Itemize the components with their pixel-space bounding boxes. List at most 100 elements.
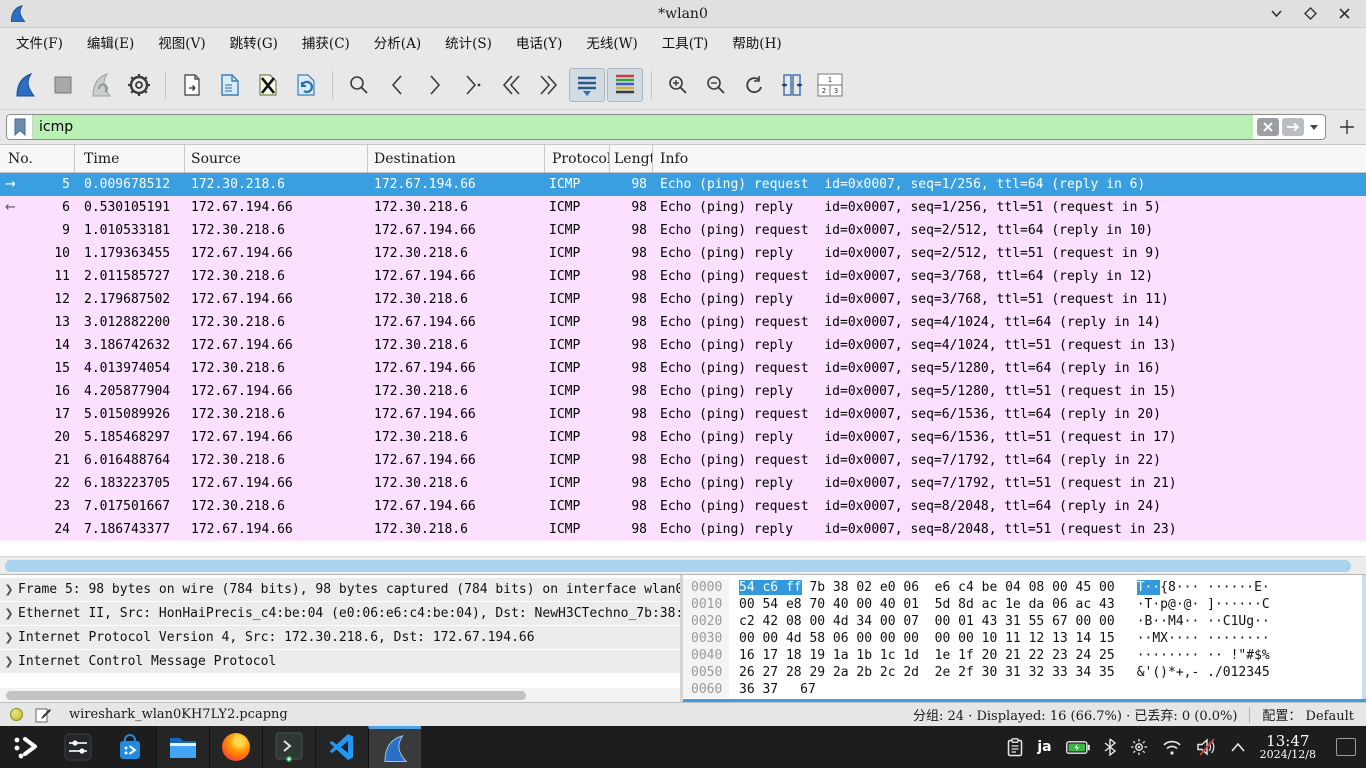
- display-filter-widget[interactable]: [6, 114, 1326, 140]
- packet-row[interactable]: 12 2.179687502 172.67.194.66 172.30.218.…: [0, 288, 1366, 311]
- taskbar-app-menu-button[interactable]: [0, 726, 52, 768]
- hex-row[interactable]: 0010 00 54 e8 70 40 00 40 01 5d 8d ac 1e…: [683, 596, 1366, 613]
- filter-apply-button[interactable]: [1282, 118, 1304, 136]
- taskbar-clock[interactable]: 13:47 2024/12/8: [1260, 733, 1316, 762]
- detail-tree-row[interactable]: ❯Internet Protocol Version 4, Src: 172.3…: [0, 626, 680, 649]
- find-packet-button[interactable]: [341, 68, 377, 102]
- detail-tree-row[interactable]: ❯Frame 5: 98 bytes on wire (784 bits), 9…: [0, 578, 680, 601]
- auto-scroll-button[interactable]: [569, 68, 605, 102]
- expert-info-icon[interactable]: [10, 708, 23, 721]
- taskbar-terminal-button[interactable]: [262, 726, 315, 768]
- packet-row[interactable]: 15 4.013974054 172.30.218.6 172.67.194.6…: [0, 357, 1366, 380]
- expander-chevron-icon[interactable]: ❯: [0, 607, 18, 620]
- hex-row[interactable]: 0000 54 c6 ff 7b 38 02 e0 06 e6 c4 be 04…: [683, 579, 1366, 596]
- go-first-button[interactable]: [493, 68, 529, 102]
- profile-selector[interactable]: 配置： Default: [1262, 705, 1354, 724]
- menu-item[interactable]: 跳转(G): [218, 28, 290, 60]
- detail-tree-row[interactable]: ❯Internet Control Message Protocol: [0, 650, 680, 673]
- packet-row[interactable]: 22 6.183223705 172.67.194.66 172.30.218.…: [0, 472, 1366, 495]
- filter-clear-button[interactable]: [1257, 118, 1279, 136]
- display-filter-input[interactable]: [33, 115, 1253, 139]
- menu-item[interactable]: 编辑(E): [75, 28, 146, 60]
- taskbar-settings-button[interactable]: [52, 726, 104, 768]
- input-method-indicator[interactable]: ja: [1037, 739, 1051, 755]
- taskbar-wireshark-button[interactable]: [368, 726, 421, 768]
- expander-chevron-icon[interactable]: ❯: [0, 583, 18, 596]
- wifi-icon[interactable]: [1162, 739, 1182, 755]
- titlebar[interactable]: *wlan0: [0, 0, 1366, 28]
- hex-row[interactable]: 0030 00 00 4d 58 06 00 00 00 00 00 10 11…: [683, 630, 1366, 647]
- column-header-source[interactable]: Source: [185, 145, 368, 172]
- layout-columns-button[interactable]: 123: [812, 68, 848, 102]
- stop-capture-button[interactable]: [45, 68, 81, 102]
- taskbar-firefox-button[interactable]: [209, 726, 262, 768]
- restart-capture-button[interactable]: [83, 68, 119, 102]
- resize-columns-button[interactable]: [774, 68, 810, 102]
- maximize-button[interactable]: [1302, 6, 1318, 22]
- menu-item[interactable]: 无线(W): [574, 28, 649, 60]
- hex-row[interactable]: 0060 36 37 67: [683, 681, 1366, 698]
- packet-row[interactable]: 23 7.017501667 172.30.218.6 172.67.194.6…: [0, 495, 1366, 518]
- taskbar-software-store-button[interactable]: [104, 726, 156, 768]
- packet-row[interactable]: 20 5.185468297 172.67.194.66 172.30.218.…: [0, 426, 1366, 449]
- packet-row[interactable]: 10 1.179363455 172.67.194.66 172.30.218.…: [0, 242, 1366, 265]
- volume-muted-icon[interactable]: [1196, 738, 1216, 756]
- detail-tree-row[interactable]: ❯Ethernet II, Src: HonHaiPrecis_c4:be:04…: [0, 602, 680, 625]
- packet-row[interactable]: 11 2.011585727 172.30.218.6 172.67.194.6…: [0, 265, 1366, 288]
- scrollbar-thumb[interactable]: [6, 691, 526, 700]
- add-filter-button[interactable]: [1334, 114, 1360, 140]
- menu-item[interactable]: 分析(A): [362, 28, 433, 60]
- chevron-up-icon[interactable]: [1230, 742, 1246, 752]
- column-header-time[interactable]: Time: [75, 145, 185, 172]
- filter-bookmark-button[interactable]: [7, 115, 33, 139]
- packet-row[interactable]: 14 3.186742632 172.67.194.66 172.30.218.…: [0, 334, 1366, 357]
- expander-chevron-icon[interactable]: ❯: [0, 631, 18, 644]
- menu-item[interactable]: 帮助(H): [720, 28, 793, 60]
- packet-list-hscrollbar[interactable]: [0, 556, 1366, 574]
- column-header-protocol[interactable]: Protocol: [545, 145, 610, 172]
- colorize-list-button[interactable]: [607, 68, 643, 102]
- go-back-button[interactable]: [379, 68, 415, 102]
- clipboard-icon[interactable]: [1007, 738, 1023, 757]
- save-file-button[interactable]: [212, 68, 248, 102]
- column-header-no[interactable]: No.: [0, 145, 75, 172]
- scrollbar-thumb[interactable]: [5, 560, 1351, 572]
- capture-options-button[interactable]: [121, 68, 157, 102]
- menu-item[interactable]: 捕获(C): [290, 28, 362, 60]
- go-forward-button[interactable]: [417, 68, 453, 102]
- close-button[interactable]: [1336, 6, 1352, 22]
- packet-row[interactable]: 13 3.012882200 172.30.218.6 172.67.194.6…: [0, 311, 1366, 334]
- packet-row[interactable]: ←6 0.530105191 172.67.194.66 172.30.218.…: [0, 196, 1366, 219]
- open-file-button[interactable]: [174, 68, 210, 102]
- zoom-out-button[interactable]: [698, 68, 734, 102]
- hex-vscrollbar[interactable]: [1362, 575, 1366, 699]
- hex-row[interactable]: 0050 26 27 28 29 2a 2b 2c 2d 2e 2f 30 31…: [683, 664, 1366, 681]
- bluetooth-icon[interactable]: [1104, 738, 1116, 756]
- zoom-reset-button[interactable]: [736, 68, 772, 102]
- menu-item[interactable]: 视图(V): [146, 28, 217, 60]
- zoom-in-button[interactable]: [660, 68, 696, 102]
- brightness-icon[interactable]: [1130, 738, 1148, 756]
- menu-item[interactable]: 文件(F): [4, 28, 75, 60]
- column-header-destination[interactable]: Destination: [368, 145, 545, 172]
- taskbar-vscode-button[interactable]: [315, 726, 368, 768]
- packet-row[interactable]: 16 4.205877904 172.67.194.66 172.30.218.…: [0, 380, 1366, 403]
- capture-comment-icon[interactable]: [35, 707, 51, 723]
- packet-row[interactable]: 17 5.015089926 172.30.218.6 172.67.194.6…: [0, 403, 1366, 426]
- go-last-button[interactable]: [531, 68, 567, 102]
- hex-row[interactable]: 0040 16 17 18 19 1a 1b 1c 1d 1e 1f 20 21…: [683, 647, 1366, 664]
- filter-dropdown-caret[interactable]: [1310, 125, 1318, 130]
- reload-file-button[interactable]: [288, 68, 324, 102]
- menu-item[interactable]: 统计(S): [433, 28, 504, 60]
- menu-item[interactable]: 电话(Y): [504, 28, 574, 60]
- column-header-info[interactable]: Info: [653, 145, 1366, 172]
- battery-icon[interactable]: [1066, 741, 1090, 754]
- start-capture-button[interactable]: [7, 68, 43, 102]
- menu-item[interactable]: 工具(T): [650, 28, 721, 60]
- go-to-packet-button[interactable]: [455, 68, 491, 102]
- packet-row[interactable]: →5 0.009678512 172.30.218.6 172.67.194.6…: [0, 173, 1366, 196]
- minimize-button[interactable]: [1268, 6, 1284, 22]
- hex-row[interactable]: 0020 c2 42 08 00 4d 34 00 07 00 01 43 31…: [683, 613, 1366, 630]
- show-desktop-button[interactable]: [1336, 738, 1356, 756]
- taskbar-file-manager-button[interactable]: [156, 726, 209, 768]
